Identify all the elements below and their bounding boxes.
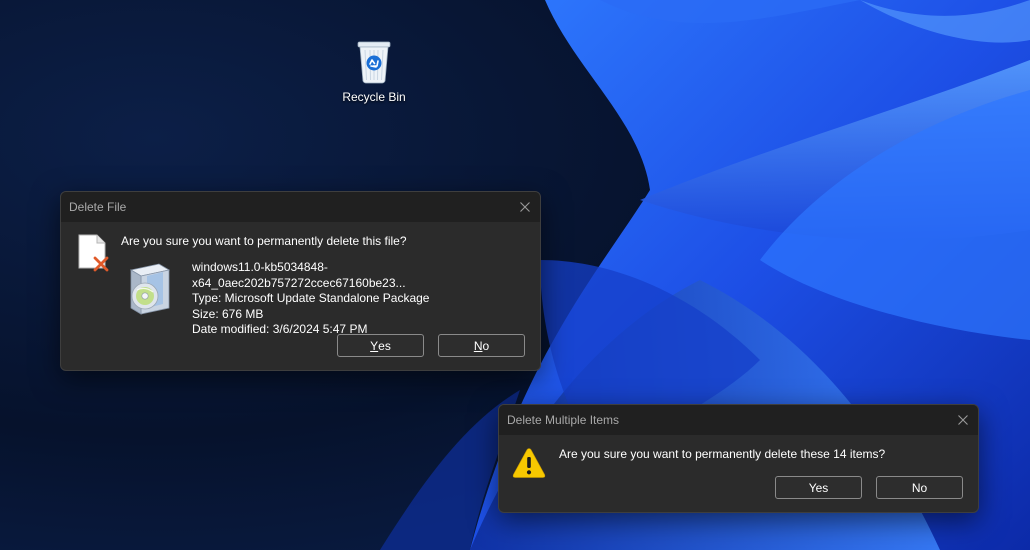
file-size: Size: 676 MB <box>192 306 264 321</box>
dialog-titlebar[interactable]: Delete File <box>61 192 540 222</box>
dialog-title: Delete Multiple Items <box>507 413 620 427</box>
warning-icon <box>512 448 546 478</box>
yes-label-rest: es <box>378 338 391 353</box>
yes-accelerator: Y <box>370 338 379 353</box>
no-label-rest: o <box>482 338 490 353</box>
delete-multiple-items-dialog: Delete Multiple Items Are you sure you w… <box>498 404 979 513</box>
close-icon <box>520 202 530 212</box>
recycle-bin-label: Recycle Bin <box>342 90 406 104</box>
close-icon <box>958 415 968 425</box>
dialog-titlebar[interactable]: Delete Multiple Items <box>499 405 978 435</box>
update-package-icon <box>129 263 171 315</box>
delete-file-icon <box>78 234 109 272</box>
dialog-title: Delete File <box>69 200 127 214</box>
no-button[interactable]: No <box>438 334 525 357</box>
recycle-bin-shortcut[interactable]: Recycle Bin <box>336 36 412 104</box>
no-button[interactable]: No <box>876 476 963 499</box>
close-button[interactable] <box>948 405 978 435</box>
yes-button[interactable]: Yes <box>337 334 424 357</box>
recycle-bin-icon <box>357 41 391 84</box>
yes-button[interactable]: Yes <box>775 476 862 499</box>
delete-file-dialog: Delete File Are you sure you want to per… <box>60 191 541 371</box>
close-button[interactable] <box>510 192 540 222</box>
file-details: windows11.0-kb5034848-x64_0aec202b757272… <box>192 260 540 338</box>
no-accelerator: N <box>473 338 483 353</box>
file-type: Type: Microsoft Update Standalone Packag… <box>192 291 430 305</box>
confirm-message: Are you sure you want to permanently del… <box>121 234 407 248</box>
file-name: windows11.0-kb5034848-x64_0aec202b757272… <box>192 260 406 290</box>
confirm-message: Are you sure you want to permanently del… <box>559 447 886 461</box>
